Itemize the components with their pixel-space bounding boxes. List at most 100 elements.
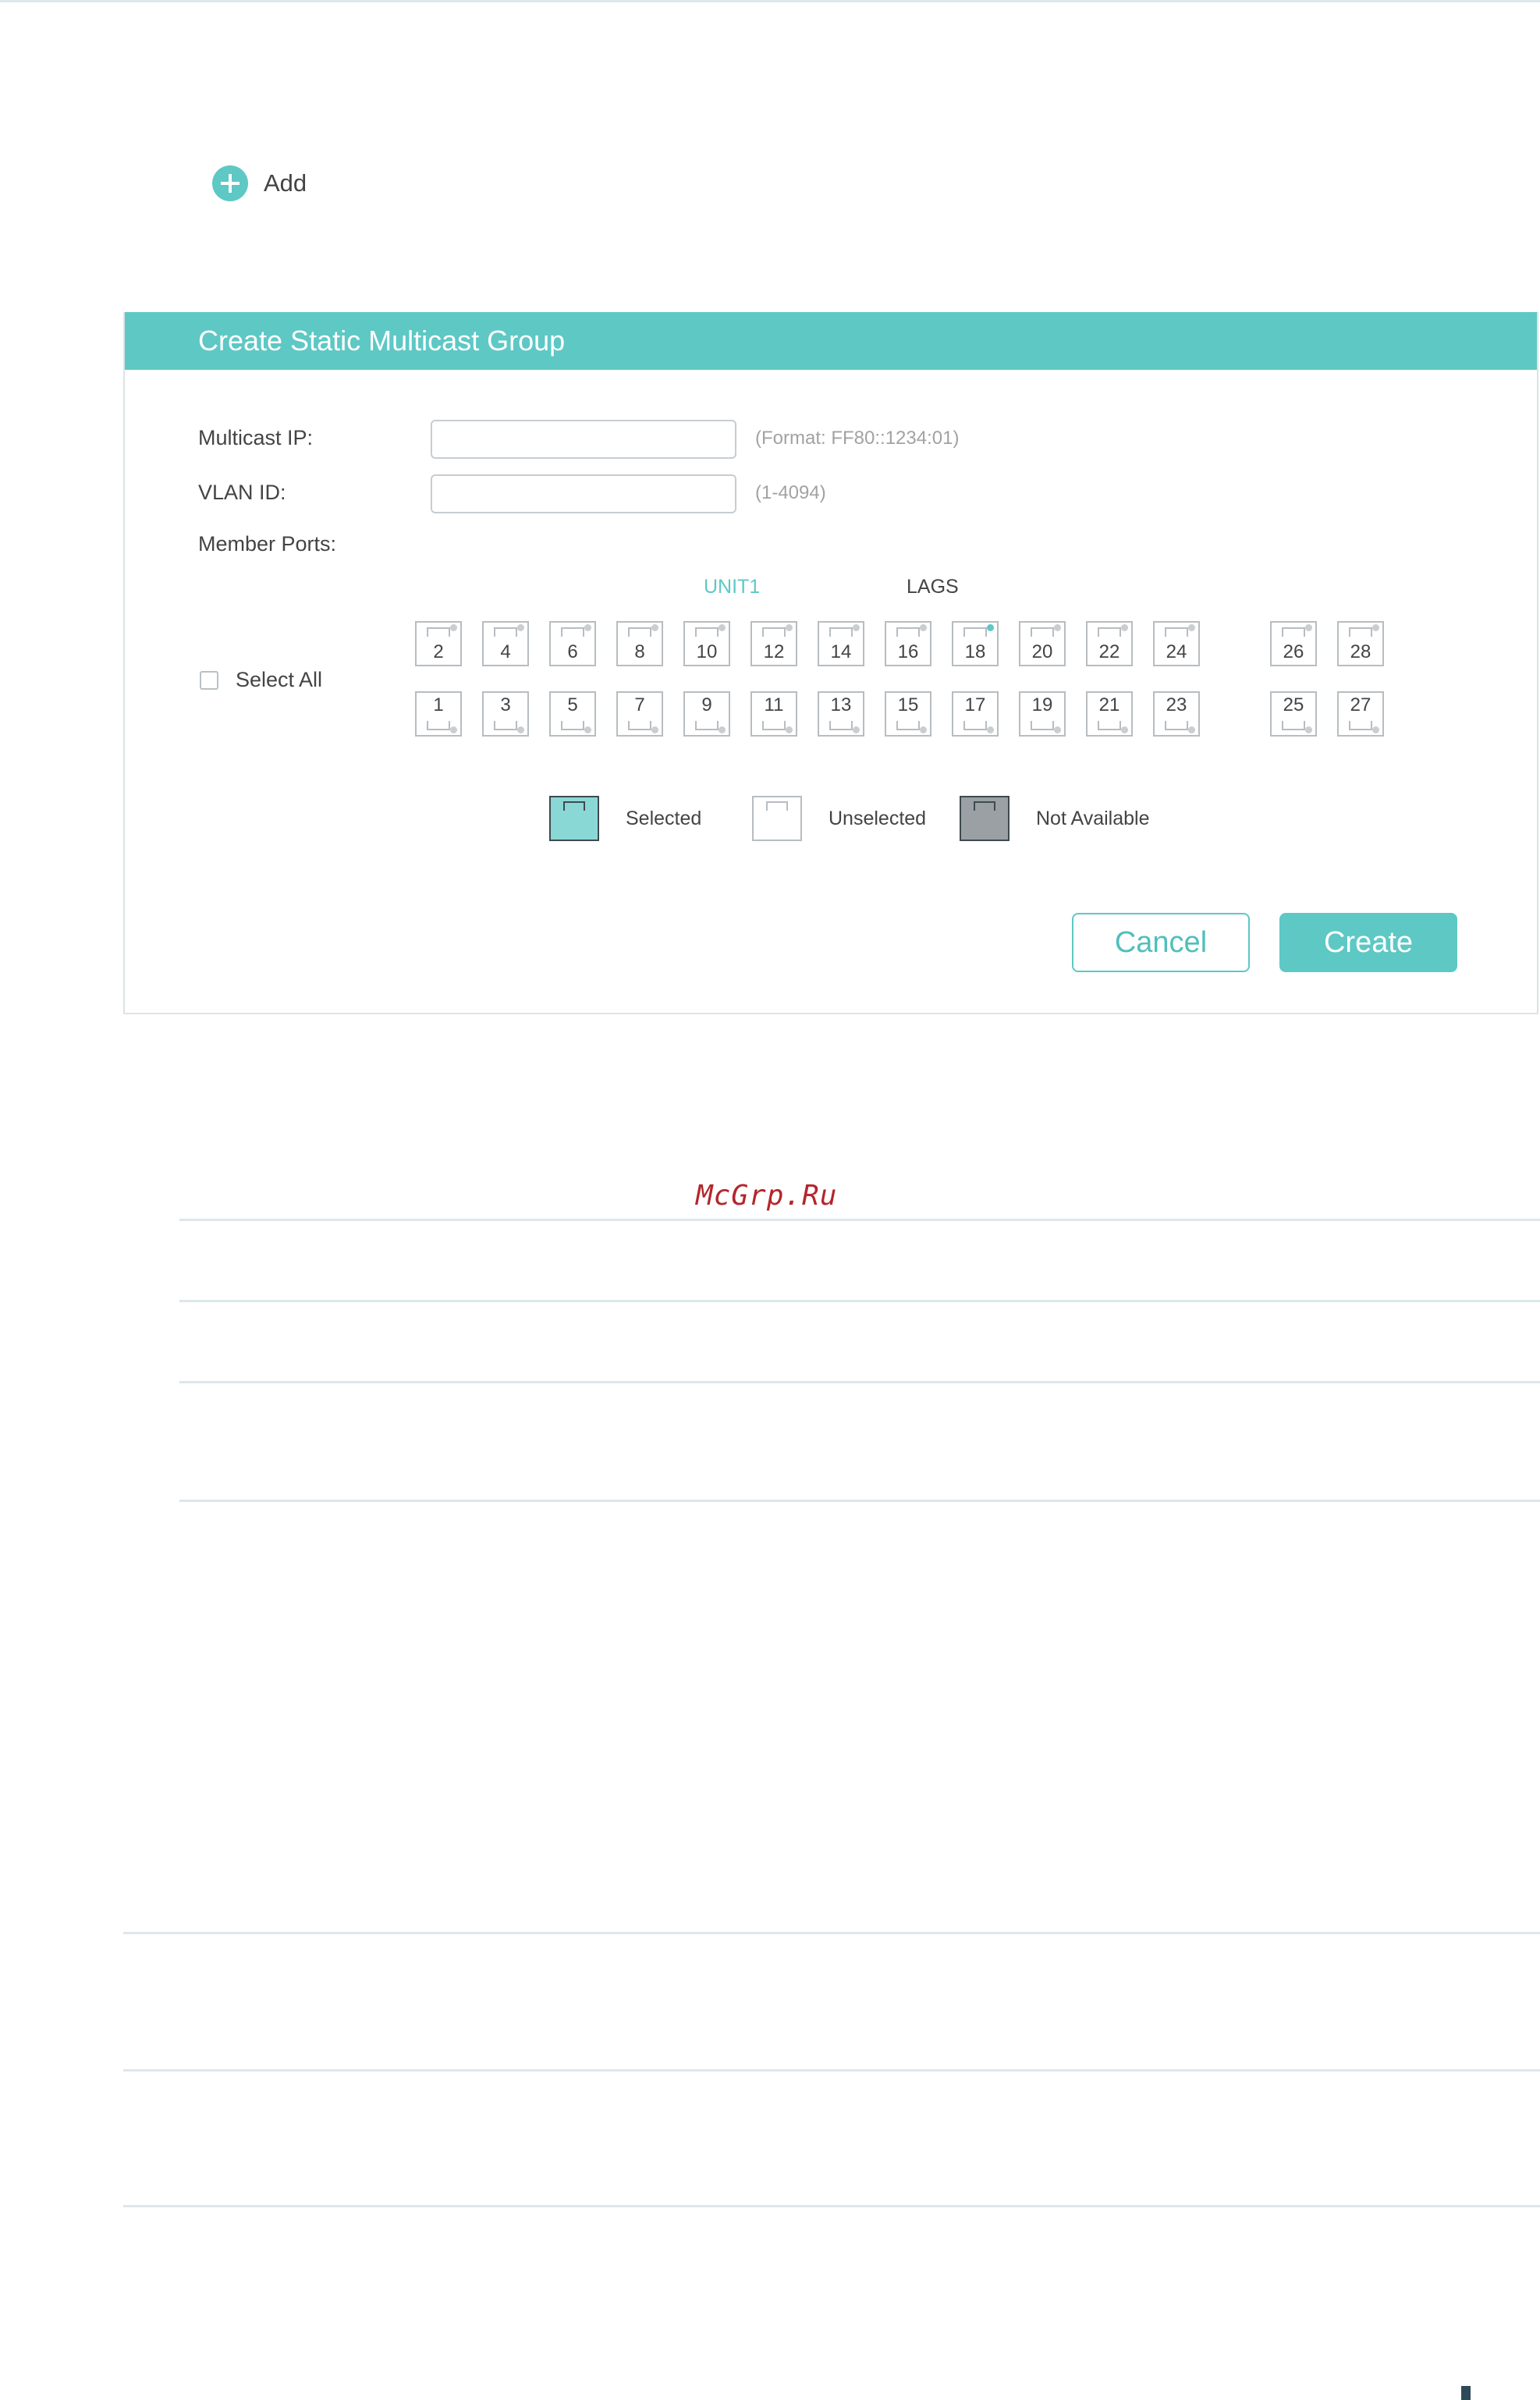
legend-selected: Selected xyxy=(549,796,701,841)
port-led-icon xyxy=(786,726,793,733)
port-led-icon xyxy=(1305,624,1312,631)
port-number: 28 xyxy=(1350,641,1371,662)
port-number: 17 xyxy=(964,694,986,715)
select-all-label: Select All xyxy=(236,668,323,691)
plus-circle-icon xyxy=(212,165,248,201)
port-7[interactable]: 7 xyxy=(616,691,663,737)
create-multicast-group-dialog: Create Static Multicast Group Multicast … xyxy=(123,312,1538,1014)
port-19[interactable]: 19 xyxy=(1019,691,1066,737)
port-number: 13 xyxy=(830,694,852,715)
port-number: 12 xyxy=(763,641,785,662)
port-21[interactable]: 21 xyxy=(1086,691,1133,737)
port-notch xyxy=(427,627,450,637)
port-led-icon xyxy=(719,624,726,631)
port-23[interactable]: 23 xyxy=(1153,691,1200,737)
port-5[interactable]: 5 xyxy=(549,691,596,737)
port-led-icon xyxy=(584,624,591,631)
port-notch xyxy=(963,721,987,730)
port-number: 7 xyxy=(634,694,645,715)
port-led-icon xyxy=(853,624,860,631)
select-all-checkbox[interactable]: Select All xyxy=(200,668,322,692)
corner-mark xyxy=(1461,2386,1471,2400)
vlan-id-hint: (1-4094) xyxy=(755,482,826,503)
port-led-icon xyxy=(920,726,927,733)
port-1[interactable]: 1 xyxy=(415,691,462,737)
add-button[interactable]: Add xyxy=(212,164,307,203)
port-28[interactable]: 28 xyxy=(1337,621,1384,666)
port-22[interactable]: 22 xyxy=(1086,621,1133,666)
port-led-icon xyxy=(1305,726,1312,733)
port-notch xyxy=(1098,627,1121,637)
port-notch xyxy=(1282,627,1305,637)
port-25[interactable]: 25 xyxy=(1270,691,1317,737)
port-14[interactable]: 14 xyxy=(818,621,864,666)
port-notch xyxy=(1349,627,1372,637)
unit-tab[interactable]: UNIT1 xyxy=(704,576,760,598)
port-number: 9 xyxy=(701,694,712,715)
legend-unselected: Unselected xyxy=(752,796,926,841)
port-18[interactable]: 18 xyxy=(952,621,999,666)
port-26[interactable]: 26 xyxy=(1270,621,1317,666)
port-11[interactable]: 11 xyxy=(750,691,797,737)
port-led-icon xyxy=(1054,726,1061,733)
port-led-icon xyxy=(1372,624,1379,631)
port-15[interactable]: 15 xyxy=(885,691,931,737)
port-notch xyxy=(561,721,584,730)
port-number: 5 xyxy=(567,694,578,715)
cancel-button[interactable]: Cancel xyxy=(1072,913,1250,972)
legend-not-available-label: Not Available xyxy=(1036,807,1150,829)
create-button[interactable]: Create xyxy=(1279,913,1457,972)
port-led-icon xyxy=(853,726,860,733)
port-notch xyxy=(695,627,719,637)
port-6[interactable]: 6 xyxy=(549,621,596,666)
port-8[interactable]: 8 xyxy=(616,621,663,666)
port-number: 6 xyxy=(567,641,578,662)
port-27[interactable]: 27 xyxy=(1337,691,1384,737)
dialog-title: Create Static Multicast Group xyxy=(198,325,566,357)
port-notch xyxy=(896,627,920,637)
port-9[interactable]: 9 xyxy=(683,691,730,737)
member-ports-label: Member Ports: xyxy=(198,532,337,556)
port-led-icon xyxy=(517,726,524,733)
port-notch xyxy=(695,721,719,730)
port-number: 21 xyxy=(1098,694,1120,715)
port-number: 23 xyxy=(1166,694,1187,715)
port-10[interactable]: 10 xyxy=(683,621,730,666)
port-number: 2 xyxy=(433,641,444,662)
port-notch xyxy=(1031,721,1054,730)
dialog-header: Create Static Multicast Group xyxy=(125,312,1537,370)
port-number: 3 xyxy=(500,694,511,715)
add-button-label: Add xyxy=(264,169,307,197)
multicast-ip-input[interactable] xyxy=(431,420,736,459)
port-number: 16 xyxy=(897,641,919,662)
watermark: McGrp.Ru xyxy=(696,1180,838,1212)
port-number: 25 xyxy=(1283,694,1304,715)
divider xyxy=(123,1932,1540,1934)
port-notch xyxy=(494,721,517,730)
port-number: 19 xyxy=(1031,694,1053,715)
port-led-icon xyxy=(786,624,793,631)
port-led-icon xyxy=(1188,726,1195,733)
port-led-icon xyxy=(920,624,927,631)
divider xyxy=(179,1219,1540,1221)
port-2[interactable]: 2 xyxy=(415,621,462,666)
port-notch xyxy=(494,627,517,637)
port-16[interactable]: 16 xyxy=(885,621,931,666)
vlan-id-input[interactable] xyxy=(431,474,736,513)
lags-tab[interactable]: LAGS xyxy=(907,576,959,598)
port-notch xyxy=(1349,721,1372,730)
port-led-icon xyxy=(1372,726,1379,733)
multicast-ip-hint: (Format: FF80::1234:01) xyxy=(755,428,960,449)
port-notch xyxy=(1165,627,1188,637)
port-13[interactable]: 13 xyxy=(818,691,864,737)
port-4[interactable]: 4 xyxy=(482,621,529,666)
port-12[interactable]: 12 xyxy=(750,621,797,666)
port-notch xyxy=(427,721,450,730)
port-20[interactable]: 20 xyxy=(1019,621,1066,666)
unselected-port-icon xyxy=(752,796,802,841)
checkbox-icon xyxy=(200,670,218,690)
port-17[interactable]: 17 xyxy=(952,691,999,737)
port-number: 1 xyxy=(433,694,444,715)
port-24[interactable]: 24 xyxy=(1153,621,1200,666)
port-3[interactable]: 3 xyxy=(482,691,529,737)
